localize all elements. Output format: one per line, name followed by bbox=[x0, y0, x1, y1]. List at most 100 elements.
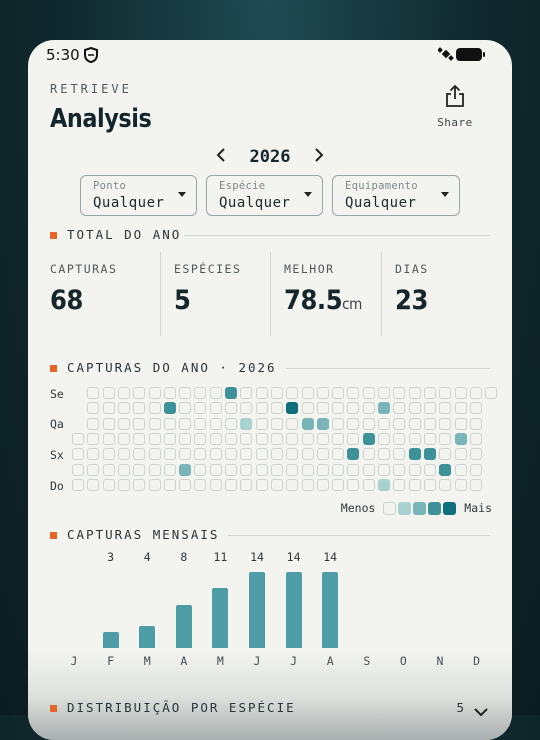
heatmap-day-cell[interactable] bbox=[332, 478, 345, 491]
heatmap-day-cell[interactable] bbox=[378, 478, 390, 491]
heatmap-day-cell[interactable] bbox=[423, 463, 436, 476]
heatmap-day-cell[interactable] bbox=[393, 432, 406, 445]
heatmap-day-cell[interactable] bbox=[72, 448, 84, 461]
heatmap-day-cell[interactable] bbox=[301, 417, 314, 430]
heatmap-day-cell[interactable] bbox=[225, 432, 237, 445]
heatmap-day-cell[interactable] bbox=[194, 448, 207, 461]
bar-5[interactable] bbox=[249, 572, 265, 648]
heatmap-day-cell[interactable] bbox=[240, 417, 253, 430]
heatmap-day-cell[interactable] bbox=[225, 448, 237, 461]
heatmap-day-cell[interactable] bbox=[332, 417, 345, 430]
heatmap-day-cell[interactable] bbox=[117, 387, 130, 399]
heatmap-day-cell[interactable] bbox=[240, 448, 253, 461]
heatmap-day-cell[interactable] bbox=[72, 463, 84, 476]
heatmap-day-cell[interactable] bbox=[179, 463, 192, 476]
heatmap-day-cell[interactable] bbox=[255, 402, 268, 415]
heatmap-day-cell[interactable] bbox=[240, 387, 253, 399]
heatmap-day-cell[interactable] bbox=[378, 417, 390, 430]
next-year-button[interactable] bbox=[308, 146, 330, 167]
heatmap-day-cell[interactable] bbox=[393, 478, 406, 491]
heatmap-day-cell[interactable] bbox=[240, 432, 253, 445]
heatmap-day-cell[interactable] bbox=[439, 448, 452, 461]
heatmap-day-cell[interactable] bbox=[301, 432, 314, 445]
heatmap-day-cell[interactable] bbox=[133, 402, 146, 415]
heatmap-day-cell[interactable] bbox=[194, 432, 207, 445]
heatmap-day-cell[interactable] bbox=[332, 448, 345, 461]
heatmap-day-cell[interactable] bbox=[362, 432, 375, 445]
heatmap-day-cell[interactable] bbox=[148, 448, 161, 461]
heatmap-day-cell[interactable] bbox=[408, 387, 421, 399]
heatmap-day-cell[interactable] bbox=[362, 387, 375, 399]
heatmap-day-cell[interactable] bbox=[347, 417, 360, 430]
heatmap-day-cell[interactable] bbox=[102, 402, 115, 415]
heatmap-day-cell[interactable] bbox=[270, 463, 283, 476]
heatmap-day-cell[interactable] bbox=[469, 463, 482, 476]
heatmap-day-cell[interactable] bbox=[423, 432, 436, 445]
heatmap-day-cell[interactable] bbox=[332, 463, 345, 476]
heatmap-day-cell[interactable] bbox=[286, 387, 299, 399]
heatmap-day-cell[interactable] bbox=[117, 478, 130, 491]
previous-year-button[interactable] bbox=[210, 146, 232, 167]
heatmap-day-cell[interactable] bbox=[362, 402, 375, 415]
heatmap-day-cell[interactable] bbox=[194, 463, 207, 476]
heatmap-day-cell[interactable] bbox=[485, 387, 498, 399]
heatmap-day-cell[interactable] bbox=[148, 463, 161, 476]
heatmap-day-cell[interactable] bbox=[87, 448, 100, 461]
heatmap-day-cell[interactable] bbox=[209, 432, 222, 445]
filter-equipamento[interactable]: Equipamento Qualquer bbox=[332, 175, 460, 216]
heatmap-day-cell[interactable] bbox=[117, 417, 130, 430]
heatmap-day-cell[interactable] bbox=[87, 387, 100, 399]
heatmap-day-cell[interactable] bbox=[316, 448, 329, 461]
heatmap-day-cell[interactable] bbox=[270, 417, 283, 430]
heatmap-day-cell[interactable] bbox=[332, 387, 345, 399]
heatmap-day-cell[interactable] bbox=[255, 432, 268, 445]
heatmap-day-cell[interactable] bbox=[393, 417, 406, 430]
heatmap-day-cell[interactable] bbox=[347, 463, 360, 476]
heatmap-day-cell[interactable] bbox=[454, 432, 467, 445]
heatmap-day-cell[interactable] bbox=[454, 448, 467, 461]
bar-3[interactable] bbox=[175, 605, 192, 648]
heatmap-day-cell[interactable] bbox=[408, 417, 421, 430]
heatmap-day-cell[interactable] bbox=[270, 402, 283, 415]
heatmap-day-cell[interactable] bbox=[316, 463, 329, 476]
heatmap-day-cell[interactable] bbox=[408, 463, 421, 476]
heatmap-day-cell[interactable] bbox=[225, 402, 237, 415]
heatmap-day-cell[interactable] bbox=[286, 448, 299, 461]
heatmap-day-cell[interactable] bbox=[408, 402, 421, 415]
heatmap-day-cell[interactable] bbox=[469, 402, 482, 415]
heatmap-day-cell[interactable] bbox=[148, 432, 161, 445]
heatmap-day-cell[interactable] bbox=[423, 402, 436, 415]
heatmap-day-cell[interactable] bbox=[194, 417, 207, 430]
heatmap-day-cell[interactable] bbox=[286, 402, 299, 415]
heatmap-day-cell[interactable] bbox=[102, 417, 115, 430]
filter-ponto[interactable]: Ponto Qualquer bbox=[80, 175, 197, 216]
section-header-species[interactable]: DISTRIBUIÇÃO POR ESPÉCIE 5 bbox=[50, 700, 490, 718]
heatmap-day-cell[interactable] bbox=[72, 432, 84, 445]
heatmap-day-cell[interactable] bbox=[316, 432, 329, 445]
heatmap-day-cell[interactable] bbox=[378, 448, 390, 461]
heatmap-day-cell[interactable] bbox=[163, 463, 176, 476]
heatmap-day-cell[interactable] bbox=[301, 402, 314, 415]
heatmap-day-cell[interactable] bbox=[194, 478, 207, 491]
heatmap-day-cell[interactable] bbox=[194, 387, 207, 399]
heatmap-day-cell[interactable] bbox=[163, 448, 176, 461]
heatmap-day-cell[interactable] bbox=[286, 463, 299, 476]
heatmap-day-cell[interactable] bbox=[393, 448, 406, 461]
heatmap-day-cell[interactable] bbox=[439, 463, 452, 476]
heatmap-day-cell[interactable] bbox=[102, 432, 115, 445]
heatmap-day-cell[interactable] bbox=[117, 402, 130, 415]
heatmap-day-cell[interactable] bbox=[102, 463, 115, 476]
heatmap-day-cell[interactable] bbox=[209, 387, 222, 399]
heatmap-day-cell[interactable] bbox=[347, 387, 360, 399]
heatmap-day-cell[interactable] bbox=[378, 387, 390, 399]
heatmap-day-cell[interactable] bbox=[316, 387, 329, 399]
heatmap-day-cell[interactable] bbox=[286, 417, 299, 430]
heatmap-day-cell[interactable] bbox=[87, 402, 100, 415]
heatmap-day-cell[interactable] bbox=[225, 417, 237, 430]
heatmap-day-cell[interactable] bbox=[133, 478, 146, 491]
bar-1[interactable] bbox=[102, 632, 119, 648]
heatmap-day-cell[interactable] bbox=[240, 463, 253, 476]
heatmap-day-cell[interactable] bbox=[316, 402, 329, 415]
heatmap-day-cell[interactable] bbox=[148, 478, 161, 491]
heatmap-day-cell[interactable] bbox=[255, 417, 268, 430]
